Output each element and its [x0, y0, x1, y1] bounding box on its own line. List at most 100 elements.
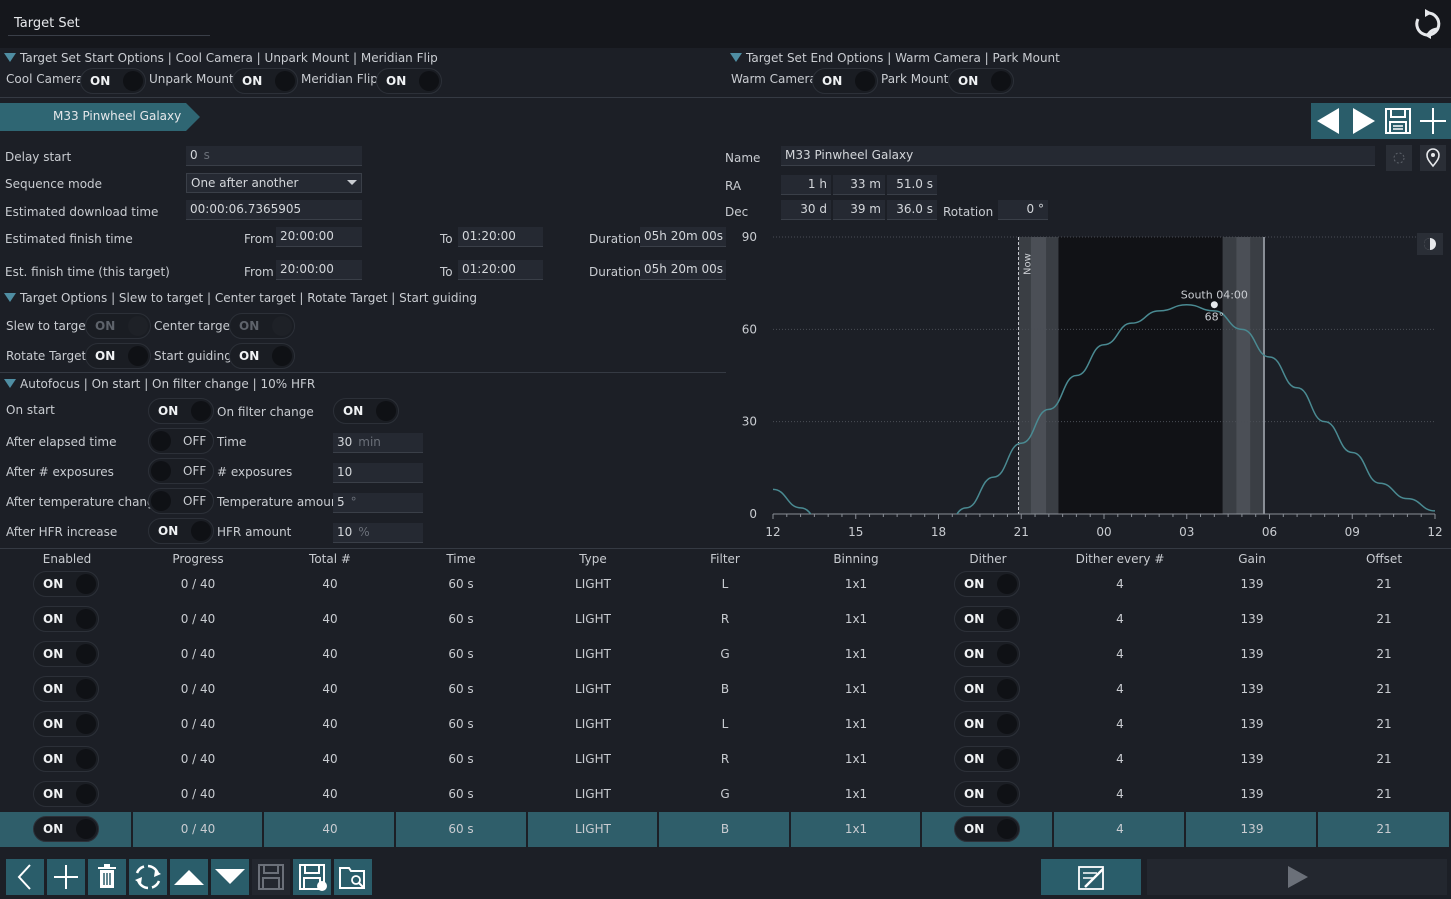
- cell-time[interactable]: 60 s: [401, 822, 521, 836]
- collapse-autofocus-icon[interactable]: [4, 379, 16, 388]
- collapse-target-options-icon[interactable]: [4, 293, 16, 302]
- dec-minutes-input[interactable]: 39 m: [833, 200, 885, 220]
- target-name-input[interactable]: M33 Pinwheel Galaxy: [781, 146, 1375, 166]
- cell-dither-every[interactable]: 4: [1060, 577, 1180, 591]
- previous-target-button[interactable]: [1311, 103, 1347, 139]
- dither-toggle[interactable]: ON: [954, 571, 1020, 597]
- cell-offset[interactable]: 21: [1324, 752, 1444, 766]
- rotation-input[interactable]: 0 °: [998, 200, 1048, 220]
- cell-total[interactable]: 40: [270, 577, 390, 591]
- table-row[interactable]: ON 0 / 40 40 60 s LIGHT R 1x1 ON 4 139 21: [0, 742, 1451, 777]
- add-exposure-button[interactable]: [47, 859, 85, 895]
- rotate-toggle[interactable]: ON: [85, 343, 151, 369]
- target-set-name-field[interactable]: Target Set: [8, 12, 210, 36]
- cell-offset[interactable]: 21: [1324, 822, 1444, 836]
- enabled-toggle[interactable]: ON: [33, 711, 99, 737]
- cell-gain[interactable]: 139: [1192, 647, 1312, 661]
- column-header-gain[interactable]: Gain: [1192, 552, 1312, 566]
- af-onstart-toggle[interactable]: ON: [148, 398, 214, 424]
- table-row[interactable]: ON 0 / 40 40 60 s LIGHT B 1x1 ON 4 139 21: [0, 812, 1451, 847]
- enabled-toggle[interactable]: ON: [33, 781, 99, 807]
- enabled-toggle[interactable]: ON: [33, 676, 99, 702]
- column-header-binning[interactable]: Binning: [796, 552, 916, 566]
- dither-toggle[interactable]: ON: [954, 781, 1020, 807]
- target-options-header[interactable]: Target Options | Slew to target | Center…: [20, 291, 477, 305]
- table-row[interactable]: ON 0 / 40 40 60 s LIGHT G 1x1 ON 4 139 21: [0, 777, 1451, 812]
- cell-dither-every[interactable]: 4: [1060, 682, 1180, 696]
- ra-seconds-input[interactable]: 51.0 s: [887, 175, 937, 195]
- column-header-dither-every[interactable]: Dither every #: [1060, 552, 1180, 566]
- delay-start-input[interactable]: 0s: [186, 146, 362, 166]
- unpark-mount-toggle[interactable]: ON: [232, 68, 298, 94]
- start-options-header[interactable]: Target Set Start Options | Cool Camera |…: [20, 51, 438, 65]
- cell-offset[interactable]: 21: [1324, 717, 1444, 731]
- cell-total[interactable]: 40: [270, 647, 390, 661]
- cell-gain[interactable]: 139: [1192, 822, 1312, 836]
- cell-offset[interactable]: 21: [1324, 647, 1444, 661]
- end-options-header[interactable]: Target Set End Options | Warm Camera | P…: [746, 51, 1060, 65]
- edit-target-button[interactable]: [1041, 859, 1141, 895]
- cell-offset[interactable]: 21: [1324, 787, 1444, 801]
- cell-offset[interactable]: 21: [1324, 577, 1444, 591]
- collapse-end-options-icon[interactable]: [730, 53, 742, 62]
- af-exposures-toggle[interactable]: OFF: [148, 458, 214, 484]
- dither-toggle[interactable]: ON: [954, 746, 1020, 772]
- cell-dither-every[interactable]: 4: [1060, 822, 1180, 836]
- cell-total[interactable]: 40: [270, 612, 390, 626]
- ra-hours-input[interactable]: 1 h: [781, 175, 831, 195]
- cell-offset[interactable]: 21: [1324, 682, 1444, 696]
- save-target-button[interactable]: [1381, 103, 1415, 139]
- image-search-button[interactable]: [1386, 145, 1412, 171]
- reset-button[interactable]: [129, 859, 167, 895]
- table-row[interactable]: ON 0 / 40 40 60 s LIGHT B 1x1 ON 4 139 21: [0, 672, 1451, 707]
- add-target-button[interactable]: [1415, 103, 1451, 139]
- cell-gain[interactable]: 139: [1192, 612, 1312, 626]
- af-filter-toggle[interactable]: ON: [333, 398, 399, 424]
- column-header-dither[interactable]: Dither: [928, 552, 1048, 566]
- dec-degrees-input[interactable]: 30 d: [781, 200, 831, 220]
- cell-time[interactable]: 60 s: [401, 682, 521, 696]
- column-header-progress[interactable]: Progress: [138, 552, 258, 566]
- column-header-type[interactable]: Type: [533, 552, 653, 566]
- sequence-mode-select[interactable]: One after another: [186, 173, 362, 193]
- autofocus-header[interactable]: Autofocus | On start | On filter change …: [20, 377, 315, 391]
- cell-dither-every[interactable]: 4: [1060, 612, 1180, 626]
- cell-gain[interactable]: 139: [1192, 717, 1312, 731]
- coordinates-search-button[interactable]: [1420, 145, 1446, 171]
- save-as-button[interactable]: [293, 859, 331, 895]
- start-sequence-button[interactable]: [1147, 859, 1447, 895]
- table-row[interactable]: ON 0 / 40 40 60 s LIGHT G 1x1 ON 4 139 21: [0, 637, 1451, 672]
- collapse-start-options-icon[interactable]: [4, 53, 16, 62]
- load-sequence-button[interactable]: [334, 859, 372, 895]
- ra-minutes-input[interactable]: 33 m: [833, 175, 885, 195]
- move-up-button[interactable]: [170, 859, 208, 895]
- cell-dither-every[interactable]: 4: [1060, 787, 1180, 801]
- enabled-toggle[interactable]: ON: [33, 571, 99, 597]
- cell-dither-every[interactable]: 4: [1060, 752, 1180, 766]
- column-header-time[interactable]: Time: [401, 552, 521, 566]
- meridian-flip-toggle[interactable]: ON: [376, 68, 442, 94]
- cell-dither-every[interactable]: 4: [1060, 717, 1180, 731]
- cell-offset[interactable]: 21: [1324, 612, 1444, 626]
- cell-total[interactable]: 40: [270, 787, 390, 801]
- column-header-offset[interactable]: Offset: [1324, 552, 1444, 566]
- enabled-toggle[interactable]: ON: [33, 641, 99, 667]
- af-temp-toggle[interactable]: OFF: [148, 488, 214, 514]
- refresh-icon[interactable]: [1412, 8, 1444, 40]
- slew-toggle[interactable]: ON: [85, 313, 151, 339]
- dec-seconds-input[interactable]: 36.0 s: [887, 200, 937, 220]
- cool-camera-toggle[interactable]: ON: [80, 68, 146, 94]
- dither-toggle[interactable]: ON: [954, 606, 1020, 632]
- save-sequence-button[interactable]: [252, 859, 290, 895]
- column-header-enabled[interactable]: Enabled: [7, 552, 127, 566]
- dither-toggle[interactable]: ON: [954, 816, 1020, 842]
- guide-toggle[interactable]: ON: [229, 343, 295, 369]
- enabled-toggle[interactable]: ON: [33, 816, 99, 842]
- table-row[interactable]: ON 0 / 40 40 60 s LIGHT L 1x1 ON 4 139 21: [0, 567, 1451, 602]
- cell-gain[interactable]: 139: [1192, 682, 1312, 696]
- af-elapsed-toggle[interactable]: OFF: [148, 428, 214, 454]
- next-target-button[interactable]: [1347, 103, 1381, 139]
- cell-time[interactable]: 60 s: [401, 752, 521, 766]
- dither-toggle[interactable]: ON: [954, 676, 1020, 702]
- table-row[interactable]: ON 0 / 40 40 60 s LIGHT L 1x1 ON 4 139 21: [0, 707, 1451, 742]
